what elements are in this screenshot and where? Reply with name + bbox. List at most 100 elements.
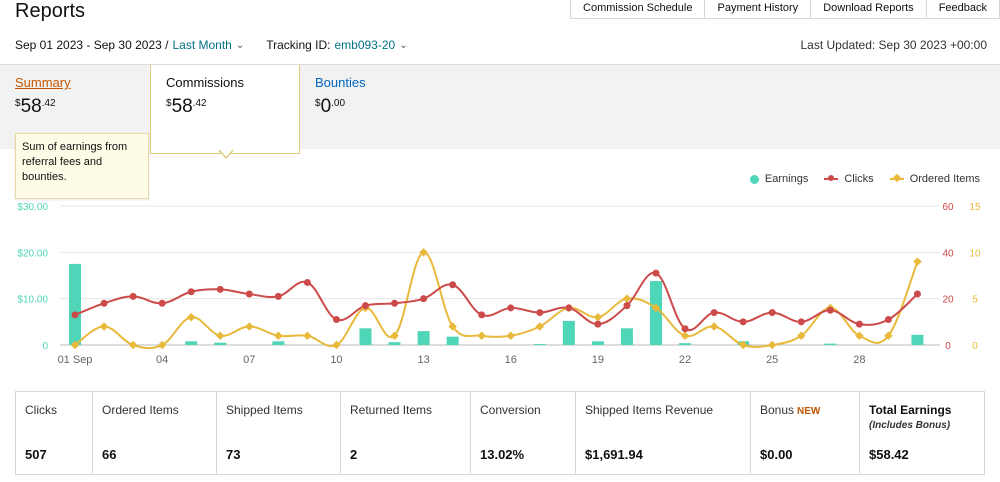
stat-value: $0.00 <box>760 447 793 462</box>
y-tick-label-clicks: 0 <box>945 341 951 352</box>
earnings-bar <box>620 328 633 345</box>
clicks-point <box>913 290 921 298</box>
clicks-point <box>826 306 834 314</box>
y-tick-label-ordered-items: 5 <box>972 295 978 306</box>
stat-value: 13.02% <box>480 447 525 462</box>
clicks-point <box>274 292 282 300</box>
clicks-point <box>158 299 166 307</box>
earnings-bar <box>359 328 372 345</box>
stat-value: $58.42 <box>869 447 909 462</box>
tracking-id-dropdown[interactable]: emb093-20 <box>334 38 395 52</box>
stat-returned-items: Returned Items 2 <box>341 392 471 474</box>
bounties-amount: $0.00 <box>315 96 346 117</box>
stat-value: 66 <box>102 447 117 462</box>
page-title: Reports <box>15 0 86 22</box>
ordered-items-point <box>709 322 719 331</box>
clicks-point <box>71 311 79 319</box>
earnings-bar <box>562 320 575 345</box>
feedback-tab[interactable]: Feedback <box>925 0 1000 19</box>
x-tick-label: 01 Sep <box>58 354 93 366</box>
payment-history-tab[interactable]: Payment History <box>704 0 812 19</box>
earnings-bar <box>388 342 401 345</box>
summary-tooltip: Sum of earnings from referral fees and b… <box>15 133 149 199</box>
earnings-bar <box>679 343 692 345</box>
y-tick-label-ordered-items: 10 <box>969 248 981 259</box>
y-tick-label-ordered-items: 15 <box>969 202 981 213</box>
last-updated-text: Last Updated: Sep 30 2023 +00:00 <box>800 38 988 52</box>
commissions-amount: $58.42 <box>166 96 207 117</box>
ordered-items-line <box>74 251 919 350</box>
y-tick-label-clicks: 20 <box>942 295 954 306</box>
y-tick-label-earnings: $20.00 <box>17 248 48 259</box>
clicks-point <box>507 304 515 312</box>
summary-amount: $58.42 <box>15 96 56 117</box>
clicks-point <box>710 309 718 317</box>
x-tick-label: 04 <box>156 354 168 366</box>
ordered-items-point <box>303 331 312 340</box>
ordered-items-point <box>593 312 603 322</box>
period-dropdown[interactable]: Last Month <box>172 38 231 52</box>
earnings-bar <box>650 281 662 345</box>
tab-bounties[interactable]: Bounties $0.00 <box>300 65 450 150</box>
tab-commissions-label: Commissions <box>166 75 245 90</box>
clicks-point <box>362 302 369 310</box>
ordered-items-point <box>535 322 545 331</box>
earnings-bar <box>911 334 924 345</box>
x-tick-label: 07 <box>243 354 255 366</box>
tab-commissions[interactable]: Commissions $58.42 <box>150 65 300 154</box>
ordered-items-point <box>274 331 283 340</box>
clicks-point <box>681 325 689 333</box>
stat-shipped-revenue: Shipped Items Revenue $1,691.94 <box>576 392 751 474</box>
earnings-bar <box>591 341 604 345</box>
earnings-bar <box>417 331 430 345</box>
stat-label: Clicks <box>25 403 57 417</box>
top-tabs: Commission Schedule Payment History Down… <box>570 0 1000 19</box>
stat-value: 2 <box>350 447 358 462</box>
stat-label: Bonus NEW <box>760 403 821 417</box>
commission-schedule-tab[interactable]: Commission Schedule <box>570 0 706 19</box>
clicks-point <box>855 320 863 328</box>
stat-label: Conversion <box>480 403 541 417</box>
earnings-bar <box>185 341 198 345</box>
earnings-bar <box>69 263 81 345</box>
y-tick-label-earnings: 0 <box>42 341 48 352</box>
summary-tabs: Summary $58.42 Commissions $58.42 Bounti… <box>0 64 1000 154</box>
x-tick-label: 25 <box>766 354 778 366</box>
stat-label: Total Earnings (Includes Bonus) <box>869 403 975 431</box>
clicks-point <box>652 269 660 277</box>
ordered-items-point <box>680 331 690 340</box>
ordered-items-point <box>477 331 486 340</box>
download-reports-tab[interactable]: Download Reports <box>810 0 927 19</box>
earnings-bar <box>214 342 227 345</box>
clicks-point <box>536 309 544 317</box>
tab-bounties-label: Bounties <box>315 75 366 90</box>
earnings-chart: 0 $10.00 $20.00 $30.00 0 20 40 60 0 5 10 15 01 Sep 04… <box>17 202 981 366</box>
earnings-bar <box>446 336 459 345</box>
stat-ordered-items: Ordered Items 66 <box>93 392 217 474</box>
stat-shipped-items: Shipped Items 73 <box>217 392 341 474</box>
x-tick-label: 16 <box>505 354 517 366</box>
x-tick-label: 10 <box>330 354 342 366</box>
stat-value: $1,691.94 <box>585 447 643 462</box>
stat-clicks: Clicks 507 <box>16 392 93 474</box>
x-tick-label: 22 <box>679 354 691 366</box>
clicks-point <box>216 285 224 293</box>
stat-label: Ordered Items <box>102 403 179 417</box>
clicks-point <box>565 304 573 312</box>
chevron-down-icon[interactable]: ⌄ <box>236 40 244 51</box>
stat-value: 507 <box>25 447 47 462</box>
filter-bar: Sep 01 2023 - Sep 30 2023 / Last Month ⌄… <box>15 38 408 52</box>
earnings-bar <box>824 343 837 345</box>
x-tick-label: 28 <box>853 354 865 366</box>
ordered-items-point <box>128 340 138 350</box>
stat-bonus: Bonus NEW $0.00 <box>751 392 860 474</box>
stat-label: Shipped Items <box>226 403 303 417</box>
x-tick-label: 13 <box>417 354 429 366</box>
clicks-point <box>594 320 602 328</box>
clicks-point <box>420 295 428 303</box>
clicks-point <box>449 281 457 289</box>
clicks-point <box>797 318 805 326</box>
earnings-bar <box>272 341 285 345</box>
stat-label: Returned Items <box>350 403 433 417</box>
chevron-down-icon[interactable]: ⌄ <box>399 40 407 51</box>
